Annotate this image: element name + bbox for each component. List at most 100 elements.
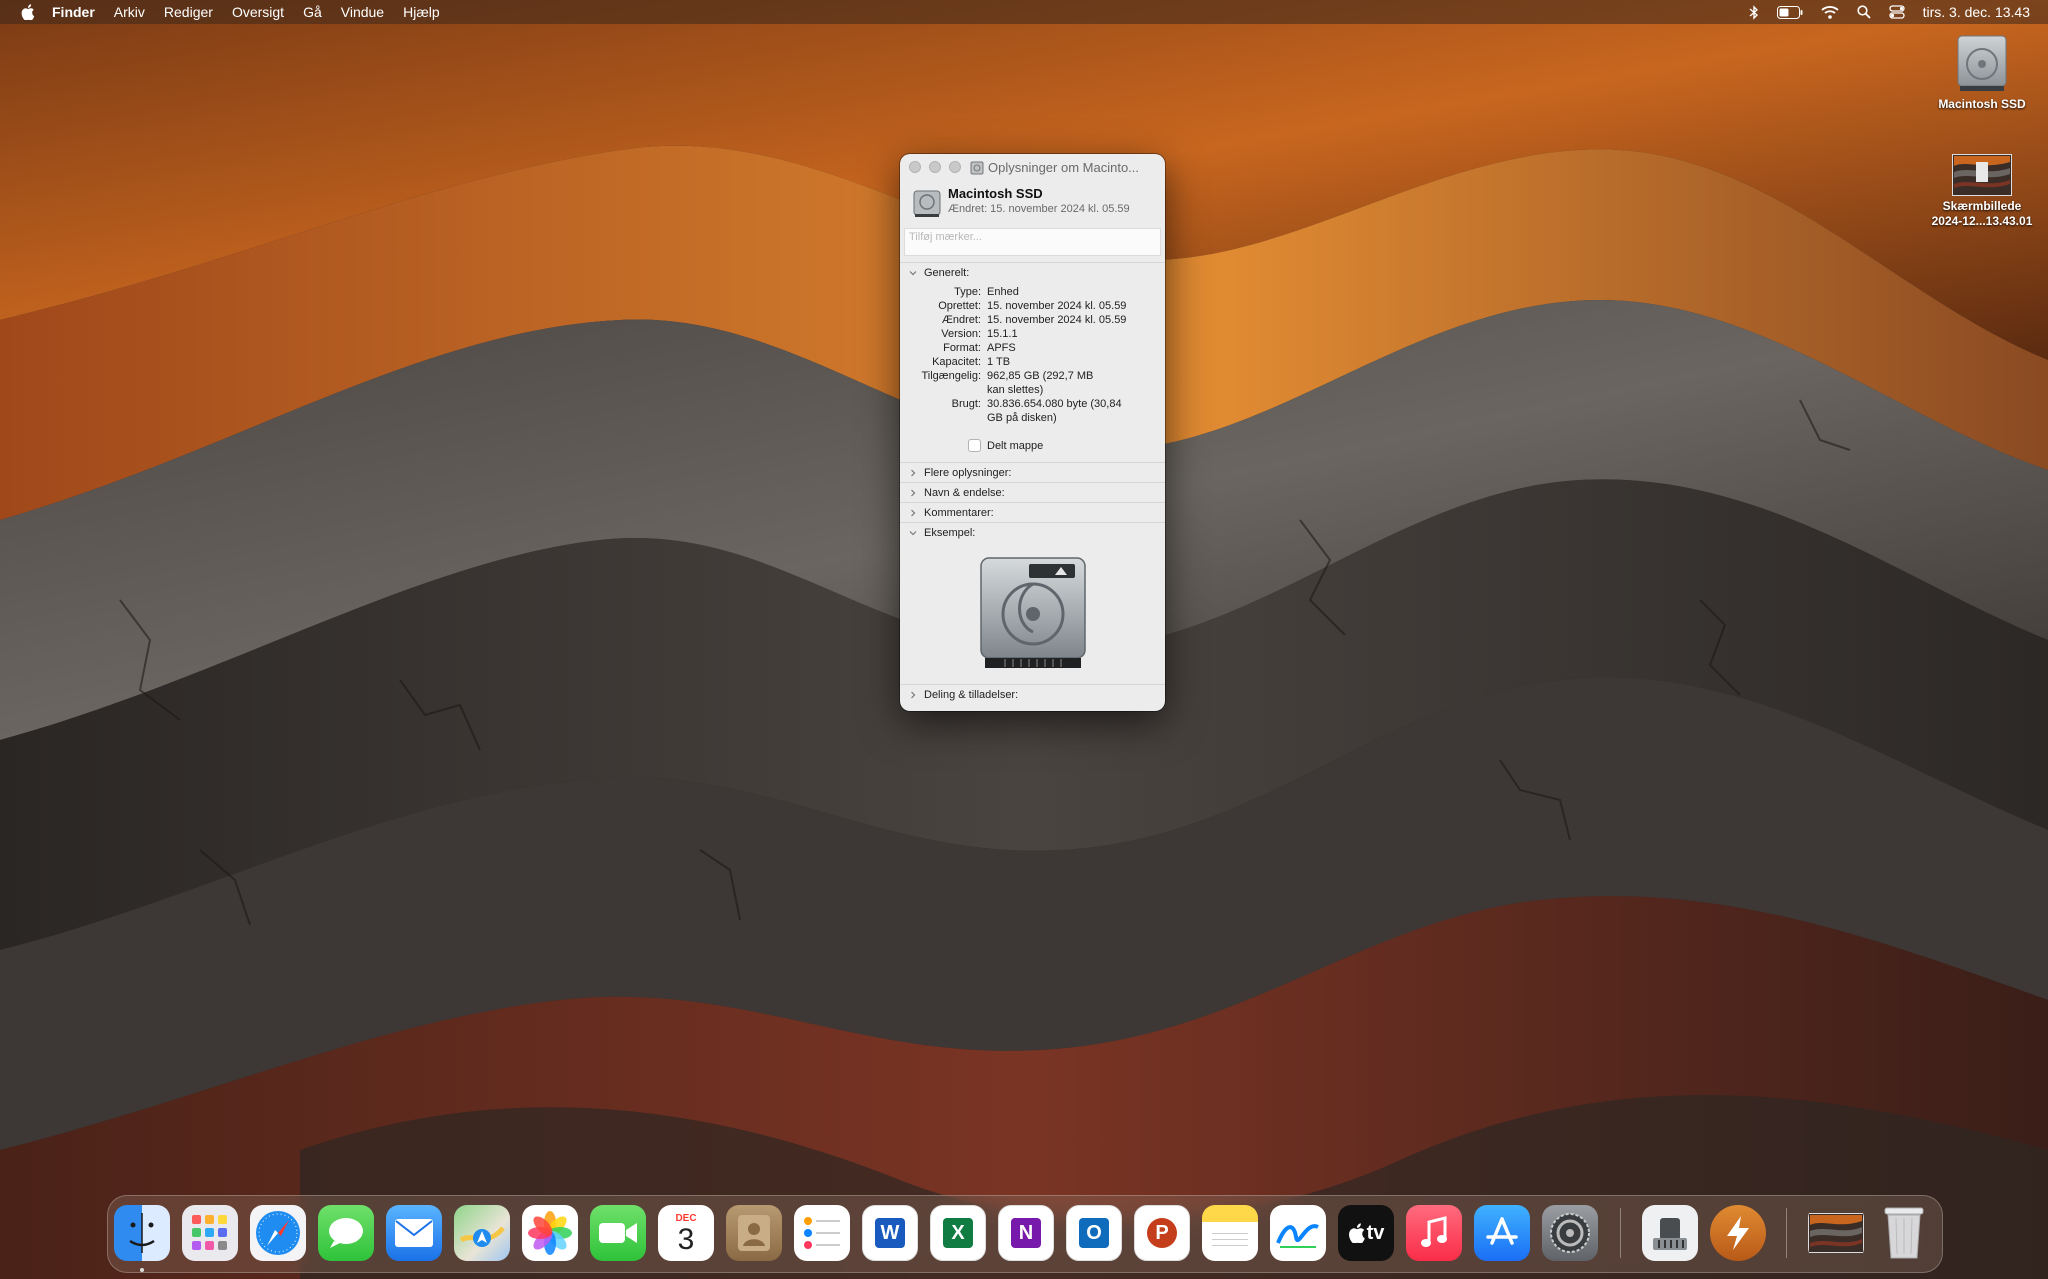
dock-contacts[interactable] xyxy=(726,1205,782,1261)
menu-arkiv[interactable]: Arkiv xyxy=(114,4,145,20)
dock-reeder[interactable] xyxy=(1710,1205,1766,1261)
general-info-grid: Type: Enhed Oprettet: 15. november 2024 kl… xyxy=(900,282,1165,425)
outlook-letter: O xyxy=(1086,1221,1102,1244)
dock-reminders[interactable] xyxy=(794,1205,850,1261)
hard-drive-preview-icon xyxy=(979,557,1086,668)
window-title: Oplysninger om Macinto... xyxy=(988,160,1140,175)
dock-notes[interactable] xyxy=(1202,1205,1258,1261)
available-value-line2: kan slettes) xyxy=(987,384,1044,396)
dock-safari[interactable] xyxy=(250,1205,306,1261)
drive-proxy-icon xyxy=(970,161,984,174)
dock-mail[interactable] xyxy=(386,1205,442,1261)
compass-icon xyxy=(256,1211,300,1255)
outlook-badge: O xyxy=(1079,1218,1109,1248)
map-icon xyxy=(459,1226,505,1247)
section-general[interactable]: Generelt: xyxy=(900,262,1165,282)
dock-screenshot-file[interactable] xyxy=(1808,1205,1864,1261)
chevron-down-icon xyxy=(909,529,919,537)
finder-icon xyxy=(129,1213,155,1253)
dock-messages[interactable] xyxy=(318,1205,374,1261)
dock-music[interactable] xyxy=(1406,1205,1462,1261)
section-more-info-label: Flere oplysninger: xyxy=(924,466,1012,479)
dock-app-store[interactable] xyxy=(1474,1205,1530,1261)
dock-onenote[interactable]: N xyxy=(998,1205,1054,1261)
section-name-extension[interactable]: Navn & endelse: xyxy=(900,482,1165,502)
calendar-day: 3 xyxy=(677,1222,695,1256)
apple-menu-icon[interactable] xyxy=(18,4,38,20)
onenote-letter: N xyxy=(1018,1221,1034,1244)
dock-facetime[interactable] xyxy=(590,1205,646,1261)
used-value-line1: 30.836.654.080 byte (30,84 xyxy=(987,398,1122,410)
battery-icon[interactable] xyxy=(1776,5,1803,19)
menu-bar-clock[interactable]: tirs. 3. dec. 13.43 xyxy=(1923,4,2030,20)
available-key: Tilgængelig: xyxy=(921,370,981,382)
section-more-info[interactable]: Flere oplysninger: xyxy=(900,462,1165,482)
desktop-icon-label: Macintosh SSD xyxy=(1938,97,2026,111)
menu-finder[interactable]: Finder xyxy=(52,4,95,20)
dock-calendar[interactable]: DEC 3 xyxy=(658,1205,714,1261)
dock-launchpad[interactable] xyxy=(182,1205,238,1261)
section-preview[interactable]: Eksempel: xyxy=(900,522,1165,542)
close-button[interactable] xyxy=(909,161,921,173)
lightning-icon xyxy=(1727,1216,1749,1250)
dock-finder[interactable] xyxy=(114,1205,170,1261)
calendar-month: DEC xyxy=(675,1212,697,1224)
dock-outlook[interactable]: O xyxy=(1066,1205,1122,1261)
word-letter: W xyxy=(880,1221,900,1244)
type-value: Enhed xyxy=(987,286,1019,298)
section-sharing-permissions[interactable]: Deling & tilladelser: xyxy=(900,684,1165,704)
desktop-icon-label-line1: Skærmbillede xyxy=(1942,199,2022,213)
search-icon[interactable] xyxy=(1856,5,1871,19)
dock-powerpoint[interactable]: P xyxy=(1134,1205,1190,1261)
dock-system-settings[interactable] xyxy=(1542,1205,1598,1261)
minimize-button[interactable] xyxy=(929,161,941,173)
section-general-label: Generelt: xyxy=(924,266,970,279)
shared-folder-checkbox[interactable]: Delt mappe xyxy=(968,439,1165,452)
desktop-icon-label-line2: 2024-12...13.43.01 xyxy=(1931,214,2033,228)
dock-separator xyxy=(1620,1208,1621,1258)
menu-rediger[interactable]: Rediger xyxy=(164,4,213,20)
dock-trash[interactable] xyxy=(1876,1205,1932,1261)
dock-excel[interactable]: X xyxy=(930,1205,986,1261)
dock-maps[interactable] xyxy=(454,1205,510,1261)
chevron-down-icon xyxy=(909,269,919,277)
powerpoint-letter: P xyxy=(1155,1221,1169,1244)
dock-photos[interactable] xyxy=(522,1205,578,1261)
available-value-line1: 962,85 GB (292,7 MB xyxy=(987,370,1094,382)
envelope-icon xyxy=(395,1219,433,1247)
control-center-icon[interactable] xyxy=(1888,5,1905,19)
dock-separator xyxy=(1786,1208,1787,1258)
dock-word[interactable]: W xyxy=(862,1205,918,1261)
shared-folder-label: Delt mappe xyxy=(987,439,1044,452)
desktop-icon-macintosh-ssd[interactable]: Macintosh SSD xyxy=(1912,32,2048,112)
desktop-icon-screenshot[interactable]: Skærmbillede 2024-12...13.43.01 xyxy=(1912,154,2048,229)
gear-icon xyxy=(1550,1213,1590,1253)
format-key: Format: xyxy=(943,342,981,354)
modified-key: Ændret: xyxy=(941,314,981,326)
section-comments-label: Kommentarer: xyxy=(924,506,994,519)
menu-vindue[interactable]: Vindue xyxy=(341,4,384,20)
zoom-button[interactable] xyxy=(949,161,961,173)
window-titlebar[interactable]: Oplysninger om Macinto... xyxy=(900,154,1165,180)
wifi-icon[interactable] xyxy=(1820,5,1839,19)
menu-oversigt[interactable]: Oversigt xyxy=(232,4,284,20)
launchpad-grid-icon xyxy=(192,1215,227,1250)
menu-bar: Finder Arkiv Rediger Oversigt Gå Vindue … xyxy=(0,0,2048,24)
checkbox-box[interactable] xyxy=(968,439,981,452)
version-key: Version: xyxy=(941,328,981,340)
bluetooth-icon[interactable] xyxy=(1749,4,1759,20)
running-indicator xyxy=(140,1268,144,1272)
dock-freeform[interactable] xyxy=(1270,1205,1326,1261)
format-value: APFS xyxy=(987,342,1016,354)
menu-ga[interactable]: Gå xyxy=(303,4,322,20)
used-value-line2: GB på disken) xyxy=(987,412,1057,424)
dock-tv[interactable]: tv xyxy=(1338,1205,1394,1261)
hard-drive-icon xyxy=(913,190,941,217)
section-comments[interactable]: Kommentarer: xyxy=(900,502,1165,522)
tags-input[interactable]: Tilføj mærker... xyxy=(904,228,1161,256)
menu-hjaelp[interactable]: Hjælp xyxy=(403,4,440,20)
dock-system-information[interactable] xyxy=(1642,1205,1698,1261)
chevron-right-icon xyxy=(909,469,919,477)
